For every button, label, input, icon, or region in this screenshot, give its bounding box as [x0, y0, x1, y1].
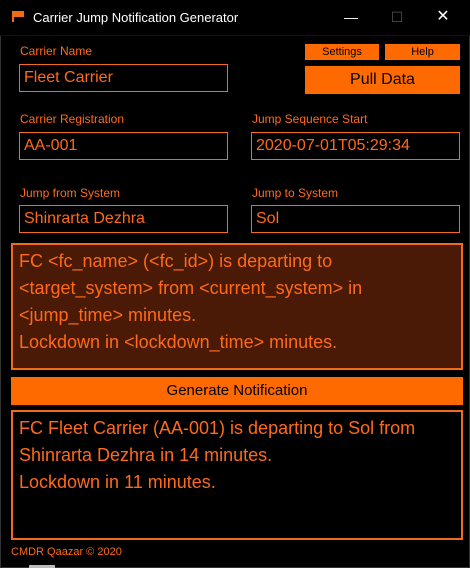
flag-icon	[12, 11, 24, 22]
jump-sequence-start-label: Jump Sequence Start	[252, 112, 368, 126]
footer-credit: CMDR Qaazar © 2020	[11, 546, 122, 558]
output-line: Shinrarta Dezhra in 14 minutes.	[19, 445, 273, 465]
jump-from-label: Jump from System	[20, 186, 121, 200]
carrier-registration-field[interactable]: AA-001	[19, 132, 228, 160]
template-line: <target_system> from <current_system> in	[19, 278, 363, 298]
carrier-name-label: Carrier Name	[20, 44, 93, 58]
carrier-registration-label: Carrier Registration	[20, 112, 125, 126]
settings-button[interactable]: Settings	[305, 44, 379, 60]
main-window: Carrier Name Fleet Carrier Settings Help…	[0, 36, 470, 568]
window-title: Carrier Jump Notification Generator	[33, 10, 239, 25]
help-button[interactable]: Help	[385, 44, 460, 60]
template-line: FC <fc_name> (<fc_id>) is departing to	[19, 251, 333, 271]
jump-to-label: Jump to System	[252, 186, 339, 200]
output-line: FC Fleet Carrier (AA-001) is departing t…	[19, 418, 416, 438]
template-textarea[interactable]: FC <fc_name> (<fc_id>) is departing to <…	[11, 243, 463, 370]
title-bar: Carrier Jump Notification Generator — ☐ …	[0, 0, 470, 36]
close-button[interactable]: ✕	[420, 0, 466, 34]
jump-from-field[interactable]: Shinrarta Dezhra	[19, 205, 228, 233]
template-line: Lockdown in <lockdown_time> minutes.	[19, 332, 338, 352]
minimize-button[interactable]: —	[328, 0, 374, 34]
carrier-name-field[interactable]: Fleet Carrier	[19, 64, 228, 92]
pull-data-button[interactable]: Pull Data	[305, 66, 460, 94]
generate-notification-button[interactable]: Generate Notification	[11, 377, 463, 405]
jump-sequence-start-field[interactable]: 2020-07-01T05:29:34	[251, 132, 460, 160]
template-line: <jump_time> minutes.	[19, 305, 197, 325]
output-line: Lockdown in 11 minutes.	[19, 472, 216, 492]
jump-to-field[interactable]: Sol	[251, 205, 460, 233]
maximize-button[interactable]: ☐	[374, 0, 420, 34]
output-textarea[interactable]: FC Fleet Carrier (AA-001) is departing t…	[11, 410, 463, 540]
